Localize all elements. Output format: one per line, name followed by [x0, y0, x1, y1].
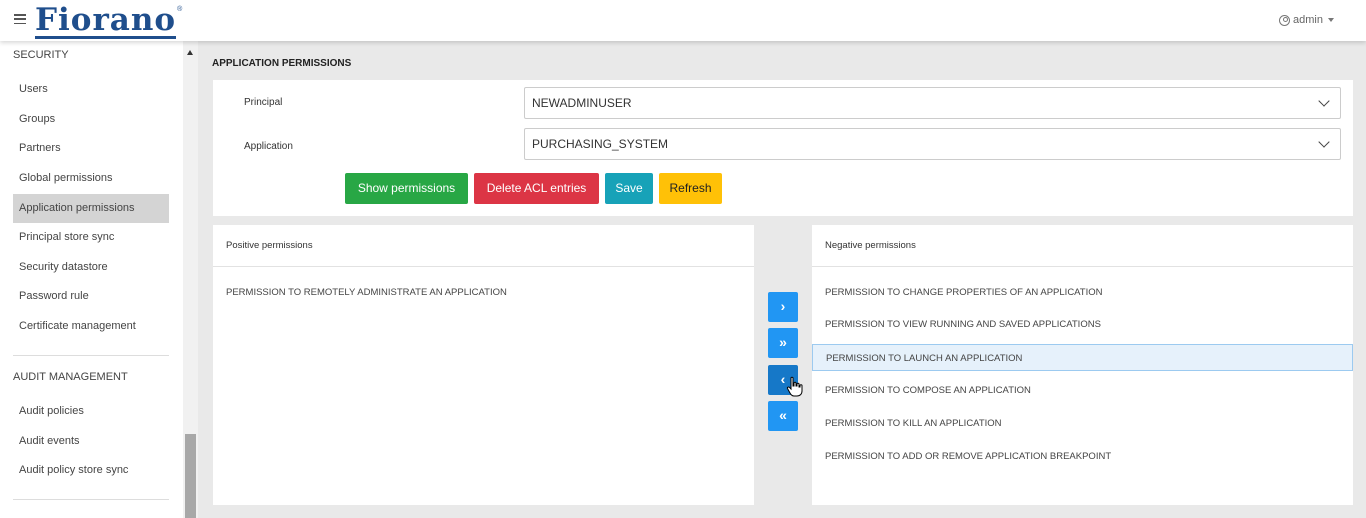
sidebar-item-principal-store-sync[interactable]: Principal store sync [13, 223, 169, 252]
hand-cursor-icon [786, 376, 803, 397]
sidebar-item-password-rule[interactable]: Password rule [13, 282, 169, 311]
negative-permissions-panel: Negative permissions PERMISSION TO CHANG… [812, 225, 1353, 505]
principal-label: Principal [244, 97, 283, 108]
chevron-down-icon [1318, 95, 1330, 107]
user-name: admin [1293, 14, 1323, 26]
sidebar-item-audit-policies[interactable]: Audit policies [13, 397, 169, 426]
sidebar-item-security-datastore[interactable]: Security datastore [13, 253, 169, 282]
logo: Fiorano ® [35, 2, 183, 39]
sidebar-section-security: SECURITY [13, 49, 69, 61]
positive-permissions-title: Positive permissions [213, 225, 754, 267]
move-all-left-button[interactable]: « [768, 401, 798, 431]
caret-down-icon [1328, 18, 1334, 22]
principal-select-value: NEWADMINUSER [532, 96, 632, 110]
chevron-down-icon [1318, 136, 1330, 148]
menu-icon[interactable] [14, 14, 26, 24]
positive-permissions-panel: Positive permissions PERMISSION TO REMOT… [213, 225, 754, 505]
negative-permissions-title: Negative permissions [812, 225, 1353, 267]
sidebar: SECURITY Users Groups Partners Global pe… [0, 41, 198, 518]
user-icon [1279, 14, 1291, 26]
sidebar-item-audit-events[interactable]: Audit events [13, 427, 169, 456]
permission-form: Principal NEWADMINUSER Application PURCH… [213, 80, 1353, 216]
logo-text: Fiorano [35, 2, 177, 39]
sidebar-item-application-permissions[interactable]: Application permissions [13, 194, 169, 223]
sidebar-item-groups[interactable]: Groups [13, 105, 169, 134]
application-label: Application [244, 141, 293, 152]
principal-select[interactable]: NEWADMINUSER [524, 87, 1341, 119]
refresh-button[interactable]: Refresh [659, 173, 722, 204]
list-item[interactable]: PERMISSION TO ADD OR REMOVE APPLICATION … [812, 443, 1353, 470]
user-menu[interactable]: admin [1279, 14, 1334, 26]
sidebar-scrollbar[interactable] [183, 41, 198, 518]
sidebar-divider [13, 499, 169, 500]
sidebar-section-audit-management: AUDIT MANAGEMENT [13, 371, 128, 383]
top-bar: Fiorano ® admin [0, 0, 1366, 41]
show-permissions-button[interactable]: Show permissions [345, 173, 468, 204]
scrollbar-thumb[interactable] [185, 434, 196, 518]
scroll-up-icon[interactable] [187, 50, 193, 55]
move-all-right-button[interactable]: » [768, 328, 798, 358]
list-item-selected[interactable]: PERMISSION TO LAUNCH AN APPLICATION [812, 344, 1353, 371]
page-title: APPLICATION PERMISSIONS [212, 58, 352, 69]
list-item[interactable]: PERMISSION TO COMPOSE AN APPLICATION [812, 377, 1353, 404]
application-select-value: PURCHASING_SYSTEM [532, 137, 669, 151]
sidebar-item-audit-policy-store-sync[interactable]: Audit policy store sync [13, 456, 169, 485]
delete-acl-entries-button[interactable]: Delete ACL entries [474, 173, 599, 204]
list-item[interactable]: PERMISSION TO REMOTELY ADMINISTRATE AN A… [213, 279, 754, 306]
sidebar-divider [13, 355, 169, 356]
sidebar-item-partners[interactable]: Partners [13, 134, 169, 163]
list-item[interactable]: PERMISSION TO VIEW RUNNING AND SAVED APP… [812, 311, 1353, 338]
sidebar-item-users[interactable]: Users [13, 75, 169, 104]
sidebar-item-certificate-management[interactable]: Certificate management [13, 312, 169, 341]
logo-registered-mark: ® [177, 6, 183, 13]
list-item[interactable]: PERMISSION TO CHANGE PROPERTIES OF AN AP… [812, 279, 1353, 306]
application-select[interactable]: PURCHASING_SYSTEM [524, 128, 1341, 160]
save-button[interactable]: Save [605, 173, 653, 204]
move-right-button[interactable]: › [768, 292, 798, 322]
sidebar-item-global-permissions[interactable]: Global permissions [13, 164, 169, 193]
list-item[interactable]: PERMISSION TO KILL AN APPLICATION [812, 410, 1353, 437]
